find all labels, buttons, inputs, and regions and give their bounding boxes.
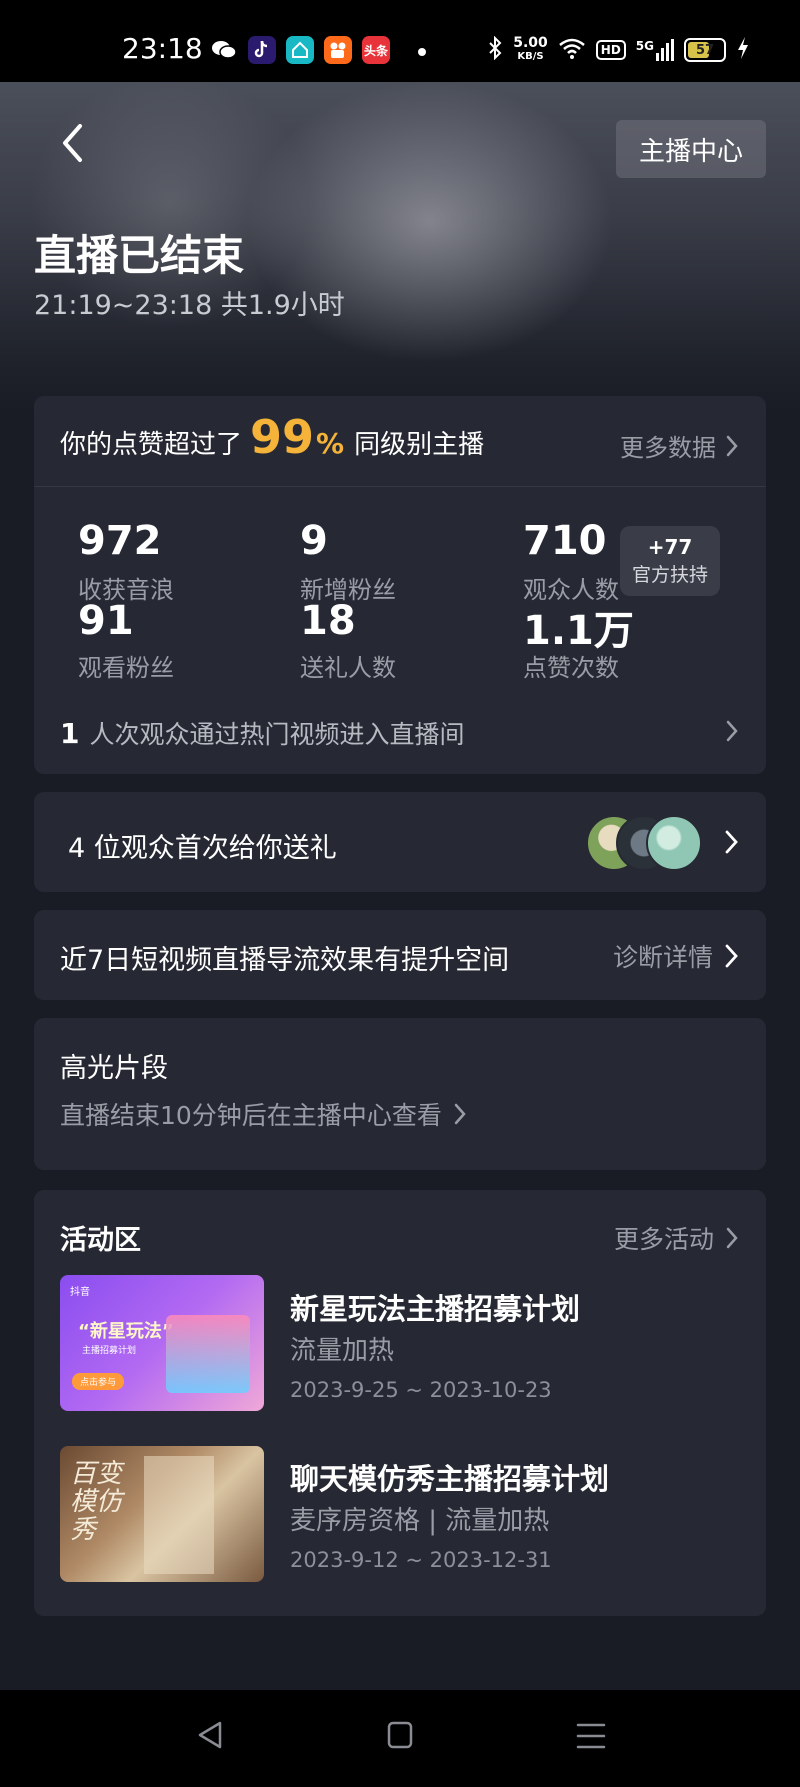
stat-label: 送礼人数 xyxy=(300,654,396,682)
page-title: 直播已结束 xyxy=(34,231,245,280)
chevron-left-icon xyxy=(63,124,82,162)
thumb-button: 点击参与 xyxy=(72,1373,125,1390)
avatar xyxy=(646,815,702,871)
rank-suffix: 同级别主播 xyxy=(354,430,485,460)
activity-tags: 流量加热 xyxy=(290,1336,395,1366)
activity-title[interactable]: 新星玩法主播招募计划 xyxy=(290,1286,580,1328)
highlights-link[interactable]: 直播结束10分钟后在主播中心查看 xyxy=(60,1096,466,1132)
network-type: 5G xyxy=(635,39,654,53)
nav-menu-icon[interactable] xyxy=(576,1722,606,1754)
toutiao-icon: 头条 xyxy=(362,36,390,64)
wifi-icon xyxy=(558,37,586,63)
activity-tags: 麦序房资格 | 流量加热 xyxy=(290,1506,550,1536)
kuaishou-icon xyxy=(324,36,352,64)
bluetooth-icon xyxy=(487,35,503,64)
activity-date: 2023-9-12 ~ 2023-12-31 xyxy=(290,1548,552,1572)
highlights-text: 直播结束10分钟后在主播中心查看 xyxy=(60,1101,442,1130)
chevron-right-icon xyxy=(726,1227,738,1249)
home-app-icon xyxy=(286,36,314,64)
stat-value: 710 xyxy=(523,518,607,564)
official-support-badge: +77 官方扶持 xyxy=(620,526,720,596)
highlights-title: 高光片段 xyxy=(60,1053,168,1084)
activity-thumbnail[interactable]: 百变模仿秀 xyxy=(60,1446,264,1582)
activity-thumbnail[interactable]: 抖音 “新星玩法” 主播招募计划 点击参与 xyxy=(60,1275,264,1411)
activity-title[interactable]: 聊天模仿秀主播招募计划 xyxy=(290,1456,609,1498)
more-activities-label: 更多活动 xyxy=(613,1225,714,1254)
activity-date: 2023-9-25 ~ 2023-10-23 xyxy=(290,1378,552,1402)
status-bar: 23:18 头条 5.00 KB/S HD 5G 57 xyxy=(0,0,800,82)
hot-text: 人次观众通过热门视频进入直播间 xyxy=(89,720,465,749)
chevron-right-icon xyxy=(454,1103,466,1125)
gift-avatars xyxy=(586,815,706,871)
nav-home-icon[interactable] xyxy=(386,1720,414,1754)
battery-icon: 57 xyxy=(684,38,726,62)
douyin-icon xyxy=(248,36,276,64)
stat-item: 972 xyxy=(78,518,162,564)
status-time: 23:18 xyxy=(122,32,203,65)
stat-item: 710 xyxy=(523,518,607,564)
thumb-brand: 抖音 xyxy=(70,1287,90,1298)
charging-icon xyxy=(736,36,750,64)
more-data-link[interactable]: 更多数据 xyxy=(620,428,738,463)
diagnosis-text: 近7日短视频直播导流效果有提升空间 xyxy=(60,945,510,976)
chevron-right-icon[interactable] xyxy=(726,720,738,746)
diagnosis-link[interactable]: 诊断详情 xyxy=(613,938,738,974)
notification-dot xyxy=(418,48,426,56)
network-speed: 5.00 KB/S xyxy=(513,35,548,63)
stat-value: 18 xyxy=(300,598,356,644)
activities-title: 活动区 xyxy=(60,1225,141,1256)
speed-value: 5.00 xyxy=(513,35,548,51)
hot-video-row[interactable]: 1 人次观众通过热门视频进入直播间 xyxy=(60,715,465,751)
thumb-subtitle: 主播招募计划 xyxy=(82,1346,137,1356)
signal-icon: 5G xyxy=(636,39,674,61)
anchor-center-button[interactable]: 主播中心 xyxy=(616,120,766,178)
stat-label: 点赞次数 xyxy=(523,654,619,682)
status-app-icons: 头条 xyxy=(210,36,390,64)
speed-unit: KB/S xyxy=(517,51,544,62)
rank-value: 99 xyxy=(250,410,315,464)
chevron-right-icon xyxy=(726,435,738,456)
diagnosis-link-label: 诊断详情 xyxy=(612,943,713,972)
system-nav-bar xyxy=(0,1690,800,1787)
stat-value: 9 xyxy=(300,518,328,564)
thumb-title: “新星玩法” xyxy=(78,1321,174,1342)
stat-item: 18 xyxy=(300,598,356,644)
stat-item: 91 xyxy=(78,598,134,644)
support-label: 官方扶持 xyxy=(631,564,708,586)
live-duration: 21:19~23:18 共1.9小时 xyxy=(34,290,345,321)
thumb-calligraphy: 百变模仿秀 xyxy=(70,1459,123,1545)
hot-count: 1 xyxy=(60,717,80,750)
more-activities-link[interactable]: 更多活动 xyxy=(614,1220,738,1256)
highlights-card xyxy=(34,1018,766,1170)
likes-rank: 你的点赞超过了 99 % 同级别主播 xyxy=(60,410,484,464)
chevron-right-icon[interactable] xyxy=(725,830,738,858)
battery-level: 57 xyxy=(695,42,715,58)
divider xyxy=(34,486,766,487)
rank-sign: % xyxy=(316,427,345,460)
nav-back-icon[interactable] xyxy=(196,1720,224,1754)
status-indicators: 5.00 KB/S HD 5G 57 xyxy=(487,35,750,64)
rank-prefix: 你的点赞超过了 xyxy=(60,430,243,460)
stat-value: 91 xyxy=(78,598,134,644)
first-gift-text: 4 位观众首次给你送礼 xyxy=(68,833,337,864)
stat-value: 972 xyxy=(78,518,162,564)
support-value: +77 xyxy=(647,535,693,559)
stat-label: 观看粉丝 xyxy=(78,654,174,682)
back-button[interactable] xyxy=(52,118,92,168)
hd-badge: HD xyxy=(595,40,626,60)
chevron-right-icon xyxy=(725,944,738,968)
more-data-label: 更多数据 xyxy=(620,434,716,462)
stat-item: 9 xyxy=(300,518,328,564)
wechat-icon xyxy=(210,36,238,64)
